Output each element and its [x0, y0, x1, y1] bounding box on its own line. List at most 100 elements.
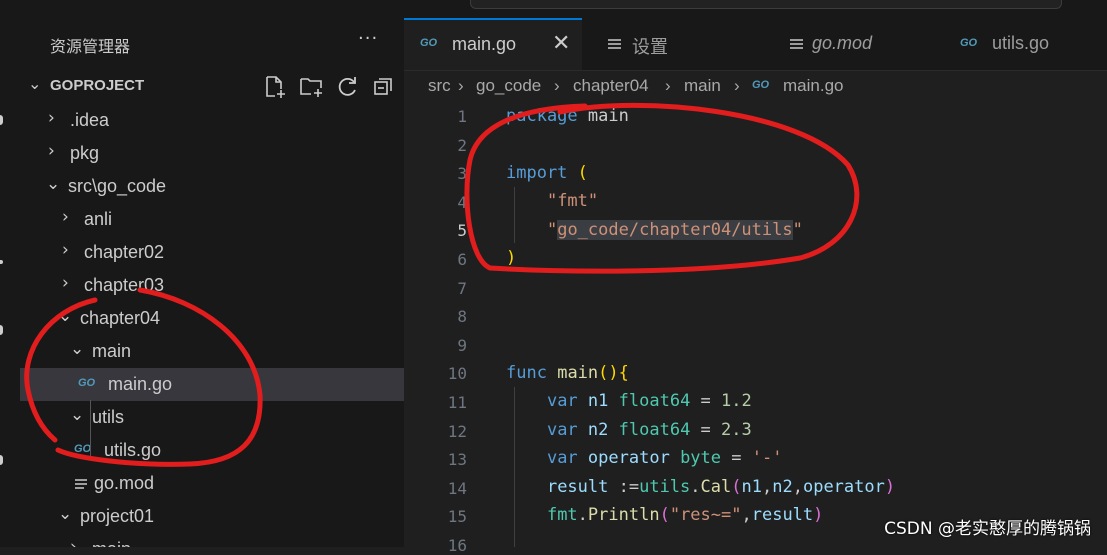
breadcrumb-sep-icon: › — [554, 76, 560, 95]
tree-item-label: anli — [84, 209, 113, 229]
code-line[interactable]: var operator byte = '-' — [404, 445, 1107, 473]
tree-item-label: chapter03 — [84, 275, 165, 295]
collapse-all-icon[interactable] — [370, 74, 398, 100]
tree-item-label: src\go_code — [68, 176, 167, 196]
editor-area: GO main.go ✕ 设置 go.mod GO utils.go src ›… — [404, 0, 1107, 555]
tab-label: 设置 — [632, 37, 668, 57]
go-file-icon: GO — [74, 443, 92, 455]
tree-item-anli[interactable]: › anli — [20, 203, 404, 236]
chevron-right-icon: › — [62, 273, 69, 293]
chevron-down-icon: ⌄ — [28, 74, 42, 93]
project-name: GOPROJECT — [50, 77, 145, 94]
activity-indicator — [0, 260, 3, 264]
chevron-down-icon: ⌄ — [46, 174, 61, 194]
chevron-right-icon: › — [48, 108, 55, 128]
chevron-down-icon: ⌄ — [58, 504, 73, 524]
code-line[interactable]: ) — [404, 245, 1107, 273]
tree-item-label: go.mod — [94, 473, 155, 493]
watermark: CSDN @老实憨厚的腾锅锅 — [884, 519, 1091, 539]
tree-item-label: main.go — [108, 374, 173, 394]
code-line[interactable]: func main(){ — [404, 360, 1107, 388]
lines-icon — [790, 39, 803, 51]
breadcrumb-item[interactable]: chapter04 — [573, 76, 649, 96]
tree-item-label: utils — [92, 407, 125, 427]
tree-item-chapter04[interactable]: ⌄ chapter04 — [20, 302, 404, 335]
tree-item-label: .idea — [70, 110, 110, 130]
explorer-actions — [262, 74, 398, 100]
line-number: 9 — [457, 335, 467, 355]
tree-item-chapter03[interactable]: › chapter03 — [20, 269, 404, 302]
tab-utils-go[interactable]: GO utils.go — [942, 18, 1107, 70]
command-center[interactable] — [470, 0, 1062, 9]
close-icon[interactable]: ✕ — [552, 31, 570, 56]
indent-guide — [90, 400, 91, 460]
tree-item-label: chapter02 — [84, 242, 165, 262]
code-line[interactable]: result :=utils.Cal(n1,n2,operator) — [404, 474, 1107, 502]
code-line[interactable]: var n2 float64 = 2.3 — [404, 417, 1107, 445]
code-line[interactable]: "go_code/chapter04/utils" — [404, 217, 1107, 245]
tab-go-mod[interactable]: go.mod — [762, 18, 943, 70]
line-number: 8 — [457, 307, 467, 327]
go-file-icon: GO — [752, 79, 770, 91]
breadcrumb-item[interactable]: go_code — [476, 76, 541, 96]
breadcrumb-sep-icon: › — [665, 76, 671, 95]
tree-item-project01[interactable]: ⌄ project01 — [20, 500, 404, 533]
tab-bar: GO main.go ✕ 设置 go.mod GO utils.go — [404, 18, 1107, 71]
title-bar — [404, 0, 1107, 18]
tab-label: utils.go — [992, 33, 1050, 53]
tree-item-src-go-code[interactable]: ⌄ src\go_code — [20, 170, 404, 203]
line-number: 16 — [447, 536, 467, 555]
activity-indicator — [0, 325, 3, 335]
tree-item-label: main — [92, 341, 132, 361]
tree-item-label: main — [92, 539, 131, 547]
chevron-right-icon: › — [62, 240, 69, 260]
chevron-right-icon: › — [70, 537, 77, 547]
go-file-icon: GO — [420, 37, 438, 49]
activity-indicator — [0, 455, 3, 465]
code-line[interactable]: package main — [404, 103, 1107, 131]
tree-item-main[interactable]: ⌄ main — [20, 335, 404, 368]
activity-indicator — [0, 115, 3, 125]
tree-item-label: project01 — [80, 506, 155, 526]
tree-item-label: pkg — [70, 143, 100, 163]
tree-item-main-go[interactable]: GO main.go — [20, 368, 404, 401]
tree-item-pkg[interactable]: › pkg — [20, 137, 404, 170]
breadcrumb-sep-icon: › — [734, 76, 740, 95]
code-line[interactable]: "fmt" — [404, 188, 1107, 216]
chevron-down-icon: ⌄ — [70, 405, 85, 425]
tree-item-label: utils.go — [104, 440, 162, 460]
breadcrumb-sep-icon: › — [458, 76, 464, 95]
lines-icon — [608, 39, 621, 51]
tree-item-main[interactable]: › main — [20, 533, 404, 547]
tree-item-utils[interactable]: ⌄ utils — [20, 401, 404, 434]
code-line[interactable]: import ( — [404, 160, 1107, 188]
new-folder-icon[interactable] — [298, 74, 326, 100]
lines-icon — [74, 476, 88, 490]
explorer-sidebar: 资源管理器 ··· ⌄ GOPROJECT › .idea › pkg ⌄ src\go_… — [20, 0, 405, 547]
tab-main-go[interactable]: GO main.go ✕ — [404, 18, 583, 70]
tree-item-go-mod[interactable]: go.mod — [20, 467, 404, 500]
chevron-right-icon: › — [62, 207, 69, 227]
tab-label: go.mod — [812, 33, 873, 53]
line-number: 2 — [457, 135, 467, 155]
go-file-icon: GO — [960, 37, 978, 49]
tab-label: main.go — [452, 34, 517, 54]
more-actions-icon[interactable]: ··· — [358, 28, 378, 49]
project-header[interactable]: ⌄ GOPROJECT — [20, 72, 404, 102]
tree-item-idea[interactable]: › .idea — [20, 104, 404, 137]
line-number: 7 — [457, 278, 467, 298]
go-file-icon: GO — [78, 377, 96, 389]
refresh-icon[interactable] — [334, 74, 362, 100]
tab-settings[interactable]: 设置 — [582, 18, 763, 70]
breadcrumb-file[interactable]: main.go — [783, 76, 843, 96]
breadcrumb-item[interactable]: src — [428, 76, 451, 96]
chevron-right-icon: › — [48, 141, 55, 161]
new-file-icon[interactable] — [262, 74, 290, 100]
explorer-title: 资源管理器 — [50, 37, 131, 56]
activity-bar — [0, 0, 21, 547]
tree-item-chapter02[interactable]: › chapter02 — [20, 236, 404, 269]
tree-item-utils-go[interactable]: GO utils.go — [20, 434, 404, 467]
code-line[interactable]: var n1 float64 = 1.2 — [404, 388, 1107, 416]
breadcrumb-item[interactable]: main — [684, 76, 721, 96]
tree-item-label: chapter04 — [80, 308, 161, 328]
